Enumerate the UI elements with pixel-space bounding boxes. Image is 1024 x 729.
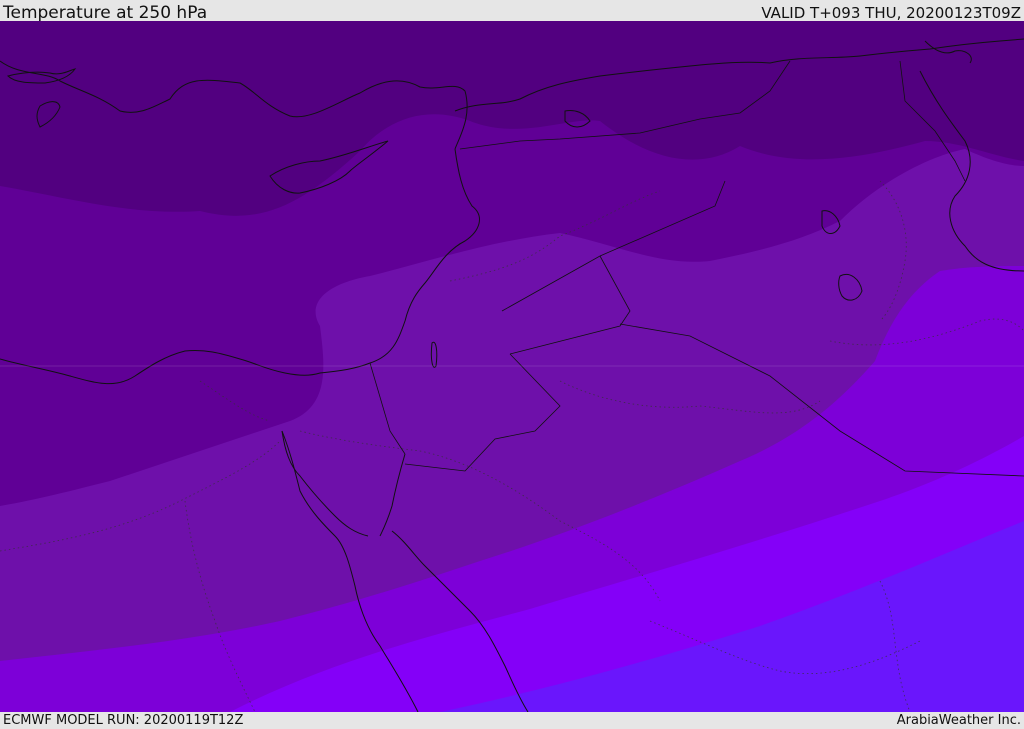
valid-time-label: VALID T+093 THU, 20200123T09Z bbox=[761, 4, 1021, 22]
map-title: Temperature at 250 hPa bbox=[3, 3, 208, 23]
header-bar: Temperature at 250 hPa VALID T+093 THU, … bbox=[0, 0, 1024, 23]
temperature-map bbox=[0, 21, 1024, 712]
map-canvas bbox=[0, 21, 1024, 712]
weather-map-frame: Temperature at 250 hPa VALID T+093 THU, … bbox=[0, 0, 1024, 729]
model-run-label: ECMWF MODEL RUN: 20200119T12Z bbox=[3, 713, 244, 728]
credit-label: ArabiaWeather Inc. bbox=[896, 713, 1021, 728]
footer-bar: ECMWF MODEL RUN: 20200119T12Z ArabiaWeat… bbox=[0, 712, 1024, 729]
